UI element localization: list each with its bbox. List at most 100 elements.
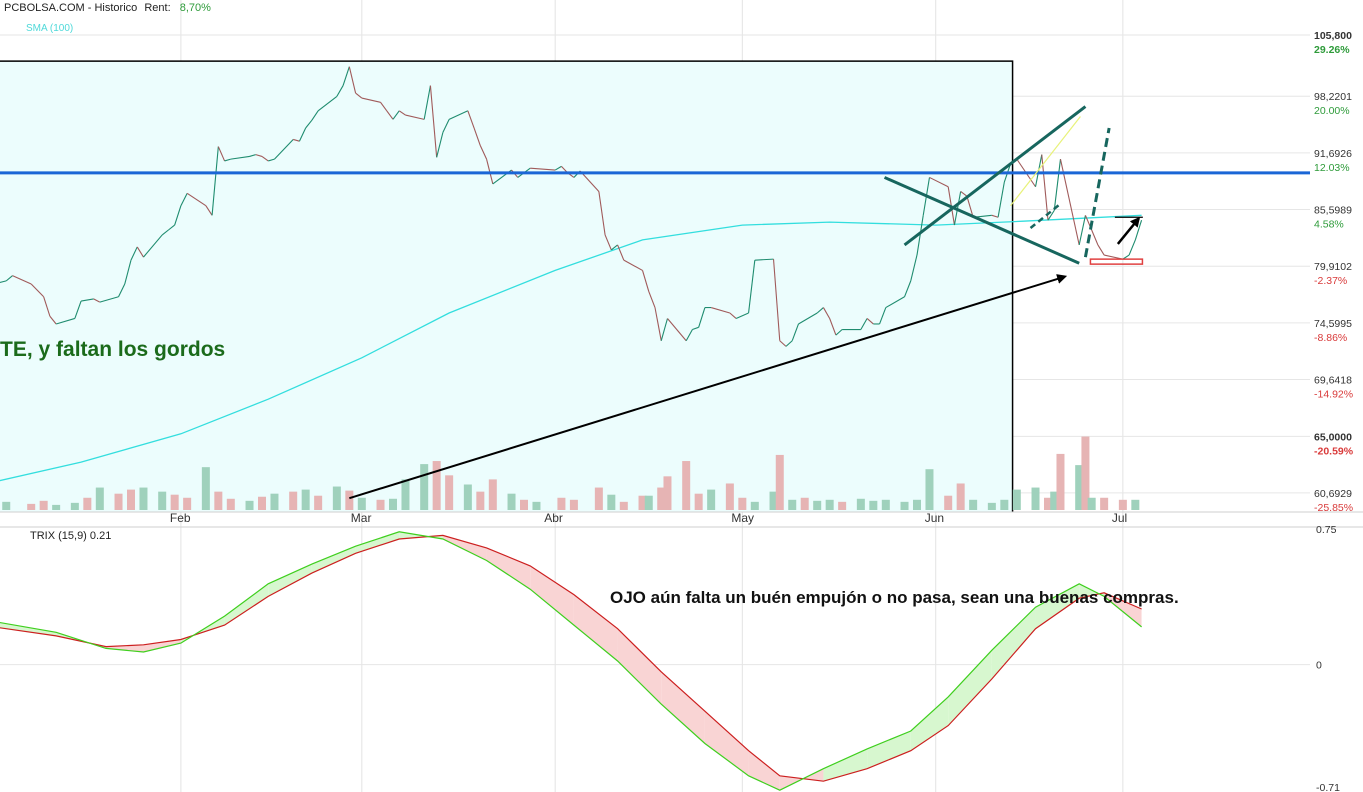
y-tick-label: 69,6418 [1314, 375, 1352, 387]
volume-bar [463, 484, 472, 510]
trix-fill-segment [867, 730, 911, 769]
volume-bar [376, 499, 385, 510]
x-tick-label: Mar [351, 511, 372, 525]
volume-bar [520, 499, 528, 510]
trix-fill-segment [530, 565, 574, 626]
volume-bar [869, 500, 878, 510]
volume-bar [127, 489, 135, 510]
volume-bar [114, 493, 123, 510]
volume-bar [944, 495, 953, 510]
volume-bar [27, 503, 36, 510]
volume-bar [420, 464, 429, 510]
volume-bar [357, 497, 366, 510]
price-segment [1053, 159, 1062, 211]
source-name: PCBOLSA.COM [4, 2, 85, 14]
volume-bar [245, 500, 254, 510]
x-tick-label: May [731, 511, 754, 525]
y-tick-pct: 29.26% [1314, 44, 1350, 56]
volume-bar [619, 501, 628, 510]
trix-fill-segment [748, 750, 780, 791]
volume-bar [170, 494, 179, 510]
breakout-arrow [1116, 216, 1141, 245]
highlight-zone [0, 60, 1014, 512]
price-segment [1091, 229, 1099, 246]
volume-bar [825, 499, 834, 510]
dashed-projection [1083, 127, 1111, 258]
trix-signal-line [0, 534, 1142, 782]
trix-y-tick: 0.75 [1316, 524, 1337, 536]
volume-bar [1012, 489, 1021, 510]
volume-bar [838, 501, 847, 510]
support-box [1089, 258, 1144, 265]
volume-bar [925, 469, 934, 510]
y-tick-label: 79,9102 [1314, 261, 1352, 273]
volume-bar [289, 491, 298, 510]
volume-bar [445, 475, 454, 510]
left-annotation: TE, y faltan los gordos [0, 338, 226, 361]
volume-bar [1000, 499, 1009, 510]
volume-bar [95, 487, 104, 510]
volume-bar [270, 493, 279, 510]
price-segment [1078, 215, 1086, 246]
volume-bar [682, 461, 691, 510]
trix-annotation: OJO aún falta un buén empujón o no pasa,… [610, 588, 1179, 607]
trix-fill-segment [910, 696, 949, 751]
volume-bar [314, 495, 323, 510]
volume-bar [987, 502, 996, 510]
y-tick-label: 60,6929 [1314, 488, 1352, 500]
trix-panel: 0.75 0 -0.71 [0, 524, 1340, 792]
trix-fill-segment [948, 650, 992, 726]
volume-bar [1118, 499, 1127, 510]
volume-bar [694, 493, 703, 510]
volume-bar [476, 491, 485, 510]
trix-fill-segment [617, 628, 662, 705]
y-tick-pct: -8.86% [1314, 332, 1347, 344]
volume-bar [569, 499, 578, 510]
header-mode: Historico [94, 2, 138, 14]
chart-header: PCBOLSA.COM - Historico Rent: 8,70% [4, 2, 211, 14]
y-tick-label: 91,6926 [1314, 148, 1352, 160]
y-tick-label: 65,0000 [1314, 431, 1352, 443]
volume-bar [507, 493, 516, 510]
y-tick-label: 105,800 [1314, 30, 1352, 42]
chart-canvas: 105,800 29.26% 98,2201 20.00% 91,6926 12.03% 8… [0, 0, 1363, 792]
volume-bar [707, 489, 716, 510]
volume-bar [775, 454, 784, 510]
y-tick-label: 74,5995 [1314, 318, 1352, 330]
volume-bar [226, 498, 235, 510]
sma-legend: SMA (100) [26, 23, 74, 34]
volume-bar [1056, 453, 1065, 510]
volume-bar [813, 500, 822, 510]
volume-bar [532, 501, 541, 510]
volume-bar [956, 483, 965, 510]
volume-bar [332, 486, 341, 510]
volume-bar [389, 498, 397, 510]
header-separator: - [87, 2, 92, 14]
volume-bar [52, 504, 61, 510]
trix-fill-segment [661, 671, 705, 744]
y-tick-pct: -14.92% [1314, 389, 1353, 401]
y-tick-label: 98,2201 [1314, 91, 1352, 103]
trix-fill-segment [486, 547, 531, 590]
volume-bar [139, 487, 148, 510]
volume-bar [301, 489, 310, 510]
volume-bar [856, 498, 865, 510]
price-segment [1097, 244, 1105, 256]
rent-label: Rent: [144, 2, 171, 14]
volume-bar [201, 467, 210, 510]
volume-bar [432, 461, 441, 510]
volume-bar [1087, 497, 1096, 510]
volume-bar [881, 499, 890, 510]
volume-bar [83, 497, 92, 510]
volume-bar [644, 495, 653, 510]
y-tick-pct: 12.03% [1314, 162, 1350, 174]
volume-bar [1031, 487, 1040, 510]
volume-bar [258, 496, 266, 510]
volume-bar [557, 497, 566, 510]
volume-bar [594, 487, 603, 510]
trix-legend: TRIX (15,9) 0.21 [30, 530, 112, 542]
trix-y-tick: -0.71 [1316, 782, 1340, 792]
volume-bar [2, 501, 11, 510]
volume-bar [345, 490, 354, 510]
volume-bar [401, 479, 410, 510]
